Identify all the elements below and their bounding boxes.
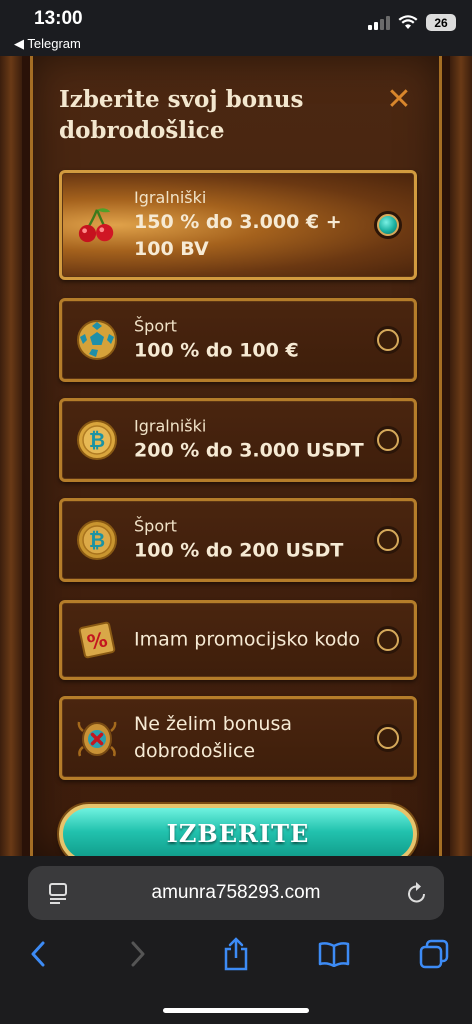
bonus-option-casino-eur[interactable]: Igralniški 150 % do 3.000 € + 100 BV	[59, 170, 417, 280]
svg-text:₿: ₿	[89, 528, 105, 552]
tabs-button[interactable]	[414, 934, 454, 974]
radio-unselected[interactable]	[374, 724, 402, 752]
close-icon[interactable]: ✕	[385, 85, 413, 115]
radio-unselected[interactable]	[374, 426, 402, 454]
home-indicator	[163, 1008, 309, 1013]
status-time: 13:00	[34, 8, 83, 29]
modal-title: Izberite svoj bonus dobrodošlice	[59, 86, 304, 144]
bitcoin-coin-icon: ₿	[76, 519, 118, 561]
svg-text:₿: ₿	[89, 428, 105, 452]
option-value: 150 % do 3.000 € + 100 BV	[134, 211, 342, 260]
option-label: Šport	[134, 316, 177, 336]
left-pillar-decoration	[0, 56, 22, 856]
status-icons: 26	[368, 14, 456, 31]
browser-toolbar	[0, 934, 472, 974]
soccer-ball-icon	[76, 319, 118, 361]
option-value: Imam promocijsko kodo	[134, 628, 361, 651]
bonus-option-sport-eur[interactable]: Šport 100 % do 100 €	[59, 298, 417, 382]
status-bar: 13:00 ◀ Telegram 26	[0, 0, 472, 56]
battery-indicator: 26	[426, 14, 456, 31]
share-icon	[224, 937, 248, 971]
option-label: Igralniški	[134, 188, 207, 207]
back-to-telegram-link[interactable]: ◀ Telegram	[14, 36, 81, 52]
chevron-right-icon	[131, 941, 145, 967]
bookmarks-button[interactable]	[314, 934, 354, 974]
chevron-left-icon	[31, 941, 45, 967]
tabs-icon	[419, 939, 449, 969]
cherries-icon	[76, 204, 118, 246]
radio-unselected[interactable]	[374, 626, 402, 654]
radio-selected[interactable]	[374, 211, 402, 239]
address-bar[interactable]: amunra758293.com	[28, 866, 444, 920]
no-bonus-scarab-icon	[76, 717, 118, 759]
forward-button[interactable]	[118, 934, 158, 974]
book-icon	[318, 942, 350, 967]
select-button[interactable]: IZBERITE	[59, 804, 417, 864]
reload-icon[interactable]	[406, 881, 428, 905]
option-value: 200 % do 3.000 USDT	[134, 439, 364, 462]
option-label: Šport	[134, 516, 177, 536]
bonus-option-sport-usdt[interactable]: ₿ Šport 100 % do 200 USDT	[59, 498, 417, 582]
wifi-icon	[398, 15, 418, 29]
browser-bottom-bar: amunra758293.com	[0, 856, 472, 1024]
option-value: Ne želim bonusa dobrodošlice	[134, 713, 293, 762]
right-pillar-decoration	[450, 56, 472, 856]
bonus-option-no-bonus[interactable]: Ne želim bonusa dobrodošlice	[59, 696, 417, 780]
option-value: 100 % do 200 USDT	[134, 539, 344, 562]
url-text: amunra758293.com	[151, 882, 321, 903]
share-button[interactable]	[216, 934, 256, 974]
bonus-option-promo-code[interactable]: % Imam promocijsko kodo	[59, 600, 417, 680]
radio-unselected[interactable]	[374, 326, 402, 354]
signal-icon	[368, 15, 390, 30]
bitcoin-coin-icon: ₿	[76, 419, 118, 461]
bonus-option-casino-usdt[interactable]: ₿ Igralniški 200 % do 3.000 USDT	[59, 398, 417, 482]
back-button[interactable]	[18, 934, 58, 974]
percent-tag-icon: %	[76, 619, 118, 661]
option-label: Igralniški	[134, 416, 207, 436]
radio-unselected[interactable]	[374, 526, 402, 554]
option-value: 100 % do 100 €	[134, 339, 299, 362]
welcome-bonus-modal: Izberite svoj bonus dobrodošlice ✕ Igral…	[30, 56, 442, 864]
